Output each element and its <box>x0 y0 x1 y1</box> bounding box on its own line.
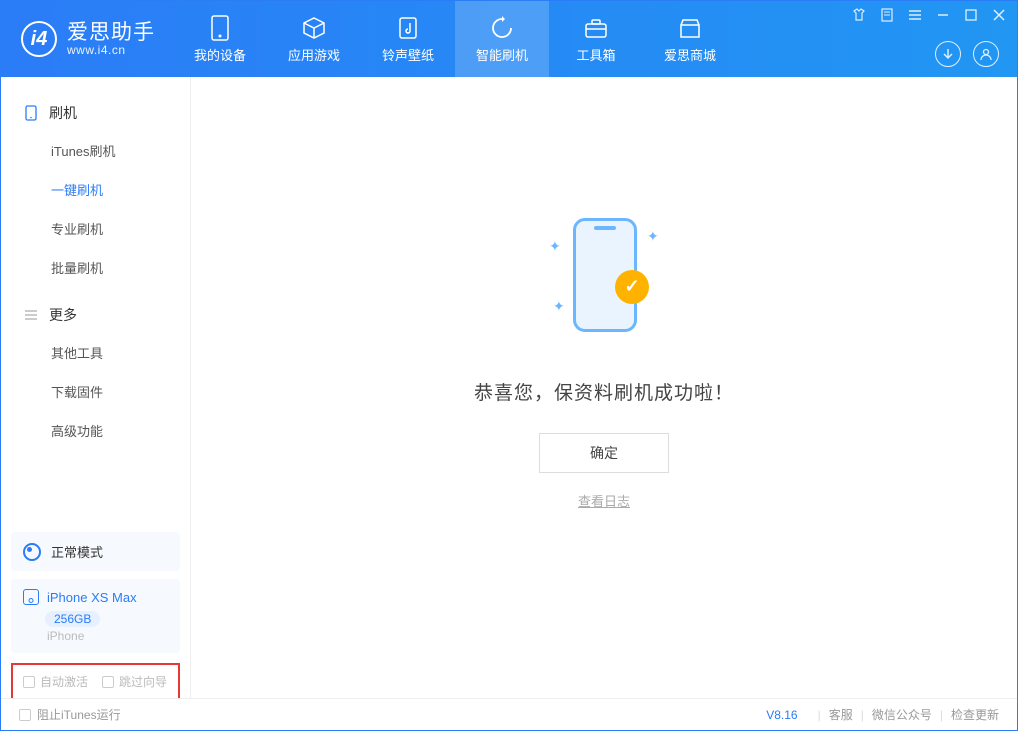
window-controls <box>851 7 1007 23</box>
phone-icon <box>23 105 39 121</box>
checkbox-icon <box>19 709 31 721</box>
tab-label: 爱思商城 <box>664 45 716 64</box>
ok-button[interactable]: 确定 <box>539 433 669 473</box>
sidebar-section-flash: 刷机 <box>1 95 190 131</box>
wechat-link[interactable]: 微信公众号 <box>872 706 932 723</box>
sidebar-item-itunes-flash[interactable]: iTunes刷机 <box>1 131 190 170</box>
sidebar-item-other-tools[interactable]: 其他工具 <box>1 333 190 372</box>
note-icon[interactable] <box>879 7 895 23</box>
success-message: 恭喜您，保资料刷机成功啦！ <box>474 378 734 405</box>
status-bar: 阻止iTunes运行 V8.16 | 客服 | 微信公众号 | 检查更新 <box>1 698 1017 730</box>
checkbox-icon <box>23 676 35 688</box>
user-icon[interactable] <box>973 41 999 67</box>
refresh-icon <box>489 15 515 41</box>
checkmark-badge-icon: ✓ <box>615 270 649 304</box>
device-capacity: 256GB <box>45 611 100 627</box>
tab-ringtones-wallpapers[interactable]: 铃声壁纸 <box>361 1 455 77</box>
sidebar: 刷机 iTunes刷机 一键刷机 专业刷机 批量刷机 更多 其他工具 下载固件 … <box>1 77 191 700</box>
sidebar-item-pro-flash[interactable]: 专业刷机 <box>1 209 190 248</box>
app-header: i4 爱思助手 www.i4.cn 我的设备 应用游戏 铃声壁纸 智能刷机 工具… <box>1 1 1017 77</box>
tab-label: 应用游戏 <box>288 45 340 64</box>
tab-label: 铃声壁纸 <box>382 45 434 64</box>
checkbox-icon <box>102 676 114 688</box>
cube-icon <box>301 15 327 41</box>
device-card[interactable]: iPhone XS Max 256GB iPhone <box>11 579 180 653</box>
tab-my-device[interactable]: 我的设备 <box>173 1 267 77</box>
logo-area: i4 爱思助手 www.i4.cn <box>1 1 173 77</box>
sidebar-item-download-firmware[interactable]: 下载固件 <box>1 372 190 411</box>
device-type: iPhone <box>47 629 168 643</box>
header-right <box>851 1 1017 77</box>
download-icon[interactable] <box>935 41 961 67</box>
success-illustration: ✦ ✦ ✦ ✓ <box>529 208 679 358</box>
mode-icon <box>23 543 41 561</box>
tshirt-icon[interactable] <box>851 7 867 23</box>
device-icon <box>23 589 39 605</box>
checkbox-block-itunes[interactable]: 阻止iTunes运行 <box>19 706 121 723</box>
close-button[interactable] <box>991 7 1007 23</box>
sidebar-section-more: 更多 <box>1 297 190 333</box>
footer-right: V8.16 | 客服 | 微信公众号 | 检查更新 <box>766 706 999 723</box>
tab-apps-games[interactable]: 应用游戏 <box>267 1 361 77</box>
sidebar-item-onekey-flash[interactable]: 一键刷机 <box>1 170 190 209</box>
app-title: 爱思助手 <box>67 21 155 44</box>
sidebar-item-advanced[interactable]: 高级功能 <box>1 411 190 450</box>
checkbox-auto-activate[interactable]: 自动激活 <box>23 673 88 690</box>
minimize-button[interactable] <box>935 7 951 23</box>
tab-label: 智能刷机 <box>476 45 528 64</box>
support-link[interactable]: 客服 <box>829 706 853 723</box>
check-update-link[interactable]: 检查更新 <box>951 706 999 723</box>
section-label: 更多 <box>49 305 77 325</box>
app-subtitle: www.i4.cn <box>67 44 155 57</box>
highlighted-options: 自动激活 跳过向导 <box>11 663 180 700</box>
tab-smart-flash[interactable]: 智能刷机 <box>455 1 549 77</box>
main-content: ✦ ✦ ✦ ✓ 恭喜您，保资料刷机成功啦！ 确定 查看日志 <box>191 77 1017 700</box>
tab-label: 工具箱 <box>576 45 615 64</box>
maximize-button[interactable] <box>963 7 979 23</box>
user-icons <box>935 41 1007 67</box>
version-label: V8.16 <box>766 708 797 722</box>
sparkle-icon: ✦ <box>553 298 565 315</box>
toolbox-icon <box>583 15 609 41</box>
list-icon <box>23 307 39 323</box>
logo-text: 爱思助手 www.i4.cn <box>67 21 155 57</box>
device-icon <box>207 15 233 41</box>
music-file-icon <box>395 15 421 41</box>
sparkle-icon: ✦ <box>647 228 659 245</box>
tab-toolbox[interactable]: 工具箱 <box>549 1 643 77</box>
sidebar-item-batch-flash[interactable]: 批量刷机 <box>1 248 190 287</box>
app-logo-icon: i4 <box>21 21 57 57</box>
view-log-link[interactable]: 查看日志 <box>578 491 630 510</box>
mode-card[interactable]: 正常模式 <box>11 532 180 571</box>
mode-label: 正常模式 <box>51 542 103 561</box>
tab-label: 我的设备 <box>194 45 246 64</box>
checkbox-label: 阻止iTunes运行 <box>37 706 121 723</box>
checkbox-skip-guide[interactable]: 跳过向导 <box>102 673 167 690</box>
main-tabs: 我的设备 应用游戏 铃声壁纸 智能刷机 工具箱 爱思商城 <box>173 1 737 77</box>
sparkle-icon: ✦ <box>549 238 561 255</box>
menu-icon[interactable] <box>907 7 923 23</box>
section-label: 刷机 <box>49 103 77 123</box>
app-body: 刷机 iTunes刷机 一键刷机 专业刷机 批量刷机 更多 其他工具 下载固件 … <box>1 77 1017 700</box>
shop-icon <box>677 15 703 41</box>
tab-store[interactable]: 爱思商城 <box>643 1 737 77</box>
checkbox-label: 自动激活 <box>40 673 88 690</box>
checkbox-label: 跳过向导 <box>119 673 167 690</box>
device-name: iPhone XS Max <box>47 590 137 605</box>
device-panel: 正常模式 iPhone XS Max 256GB iPhone 自动激活 跳过向… <box>1 522 190 700</box>
